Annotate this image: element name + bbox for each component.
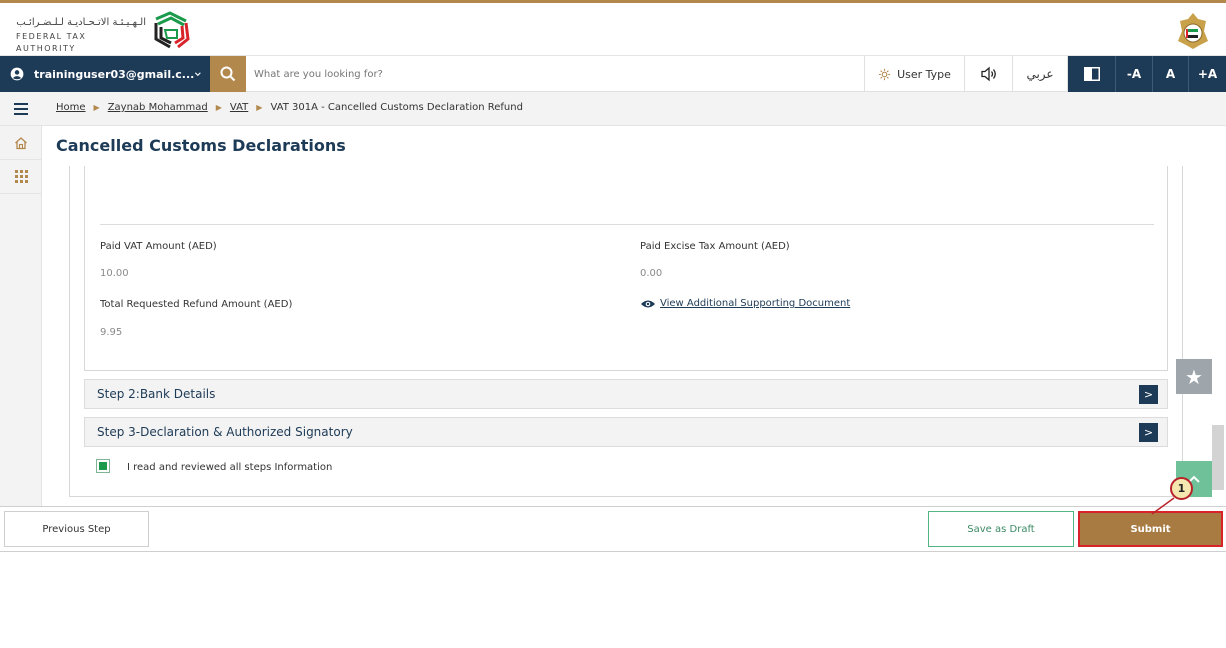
supporting-document-label: View Additional Supporting Document	[660, 298, 851, 309]
section-divider	[100, 224, 1154, 225]
text-to-speech-button[interactable]	[964, 56, 1012, 92]
step-3-title: Step 3-Declaration & Authorized Signator…	[97, 425, 353, 439]
font-normal-button[interactable]: A	[1152, 56, 1188, 92]
total-refund-value: 9.95	[100, 327, 123, 338]
page-title: Cancelled Customs Declarations	[56, 136, 346, 155]
search-button[interactable]	[210, 56, 246, 92]
search-icon	[220, 66, 236, 82]
site-header: الـهـيـئـة الاتـحـاديـة لـلـضـرائـب FEDE…	[0, 0, 1226, 56]
breadcrumb-separator-icon: ▶	[215, 103, 222, 112]
breadcrumb-separator-icon: ▶	[93, 103, 100, 112]
gear-icon	[879, 68, 891, 80]
speaker-icon	[980, 66, 996, 82]
review-confirmation-label: I read and reviewed all steps Informatio…	[127, 462, 333, 473]
font-increase-button[interactable]: +A	[1188, 56, 1226, 92]
step-2-title: Step 2:Bank Details	[97, 387, 216, 401]
chevron-down-icon	[195, 72, 202, 77]
user-menu-button[interactable]: traininguser03@gmail.c...	[0, 56, 210, 92]
language-toggle[interactable]: عربي	[1012, 56, 1067, 92]
breadcrumb-vat[interactable]: VAT	[230, 102, 248, 113]
left-rail	[0, 126, 42, 506]
breadcrumb-taxpayer[interactable]: Zaynab Mohammad	[108, 102, 208, 113]
save-draft-button[interactable]: Save as Draft	[928, 511, 1074, 547]
step-1-details-panel	[84, 166, 1168, 371]
rail-home-button[interactable]	[0, 126, 42, 160]
callout-pointer	[1151, 497, 1175, 515]
user-type-label: User Type	[897, 67, 951, 81]
user-type-button[interactable]: User Type	[864, 56, 964, 92]
user-avatar-icon	[10, 67, 24, 81]
user-email: traininguser03@gmail.c...	[34, 67, 195, 81]
logo-arabic-text: الـهـيـئـة الاتـحـاديـة لـلـضـرائـب	[16, 17, 146, 28]
previous-step-button[interactable]: Previous Step	[4, 511, 149, 547]
step-2-bank-details[interactable]: Step 2:Bank Details >	[84, 379, 1168, 409]
review-confirmation-checkbox[interactable]	[96, 459, 110, 473]
breadcrumb-home[interactable]: Home	[56, 102, 86, 113]
breadcrumb: Home ▶ Zaynab Mohammad ▶ VAT ▶ VAT 301A …	[56, 102, 523, 113]
breadcrumb-separator-icon: ▶	[256, 103, 263, 112]
fta-logo-icon[interactable]	[150, 9, 192, 51]
total-refund-label: Total Requested Refund Amount (AED)	[100, 299, 293, 310]
footer-action-bar: Previous Step Save as Draft Submit	[0, 506, 1226, 552]
contrast-icon	[1083, 67, 1100, 81]
font-decrease-button[interactable]: -A	[1115, 56, 1152, 92]
step-callout-badge: 1	[1170, 477, 1193, 500]
search-input[interactable]	[254, 62, 754, 86]
breadcrumb-current: VAT 301A - Cancelled Customs Declaration…	[270, 102, 523, 113]
contrast-toggle[interactable]	[1067, 56, 1115, 92]
paid-vat-value: 10.00	[100, 268, 129, 279]
home-icon	[15, 136, 27, 149]
logo-english-text: FEDERAL TAX AUTHORITY	[16, 32, 87, 53]
supporting-document-link[interactable]: View Additional Supporting Document	[640, 298, 850, 309]
fta-logo-text[interactable]: الـهـيـئـة الاتـحـاديـة لـلـضـرائـب FEDE…	[16, 17, 146, 55]
step-3-expand-button[interactable]: >	[1139, 422, 1158, 442]
step-2-expand-button[interactable]: >	[1139, 384, 1158, 404]
breadcrumb-bar: Home ▶ Zaynab Mohammad ▶ VAT ▶ VAT 301A …	[0, 92, 1226, 126]
scrollbar-thumb[interactable]	[1212, 425, 1224, 490]
paid-vat-label: Paid VAT Amount (AED)	[100, 241, 217, 252]
top-toolbar: traininguser03@gmail.c... User Type	[0, 56, 1226, 92]
uae-emblem-icon	[1178, 13, 1208, 49]
star-icon: ★	[1185, 364, 1203, 389]
paid-excise-label: Paid Excise Tax Amount (AED)	[640, 241, 790, 252]
eye-icon	[641, 300, 655, 307]
paid-excise-value: 0.00	[640, 268, 663, 279]
rail-apps-button[interactable]	[0, 160, 42, 194]
menu-toggle-button[interactable]	[0, 92, 42, 126]
step-3-declaration[interactable]: Step 3-Declaration & Authorized Signator…	[84, 417, 1168, 447]
hamburger-icon	[14, 103, 28, 115]
checkbox-checked-mark	[99, 462, 107, 470]
favorite-button[interactable]: ★	[1176, 359, 1212, 394]
submit-button[interactable]: Submit	[1078, 511, 1223, 547]
app-window: الـهـيـئـة الاتـحـاديـة لـلـضـرائـب FEDE…	[0, 0, 1226, 552]
grid-icon	[14, 170, 28, 183]
